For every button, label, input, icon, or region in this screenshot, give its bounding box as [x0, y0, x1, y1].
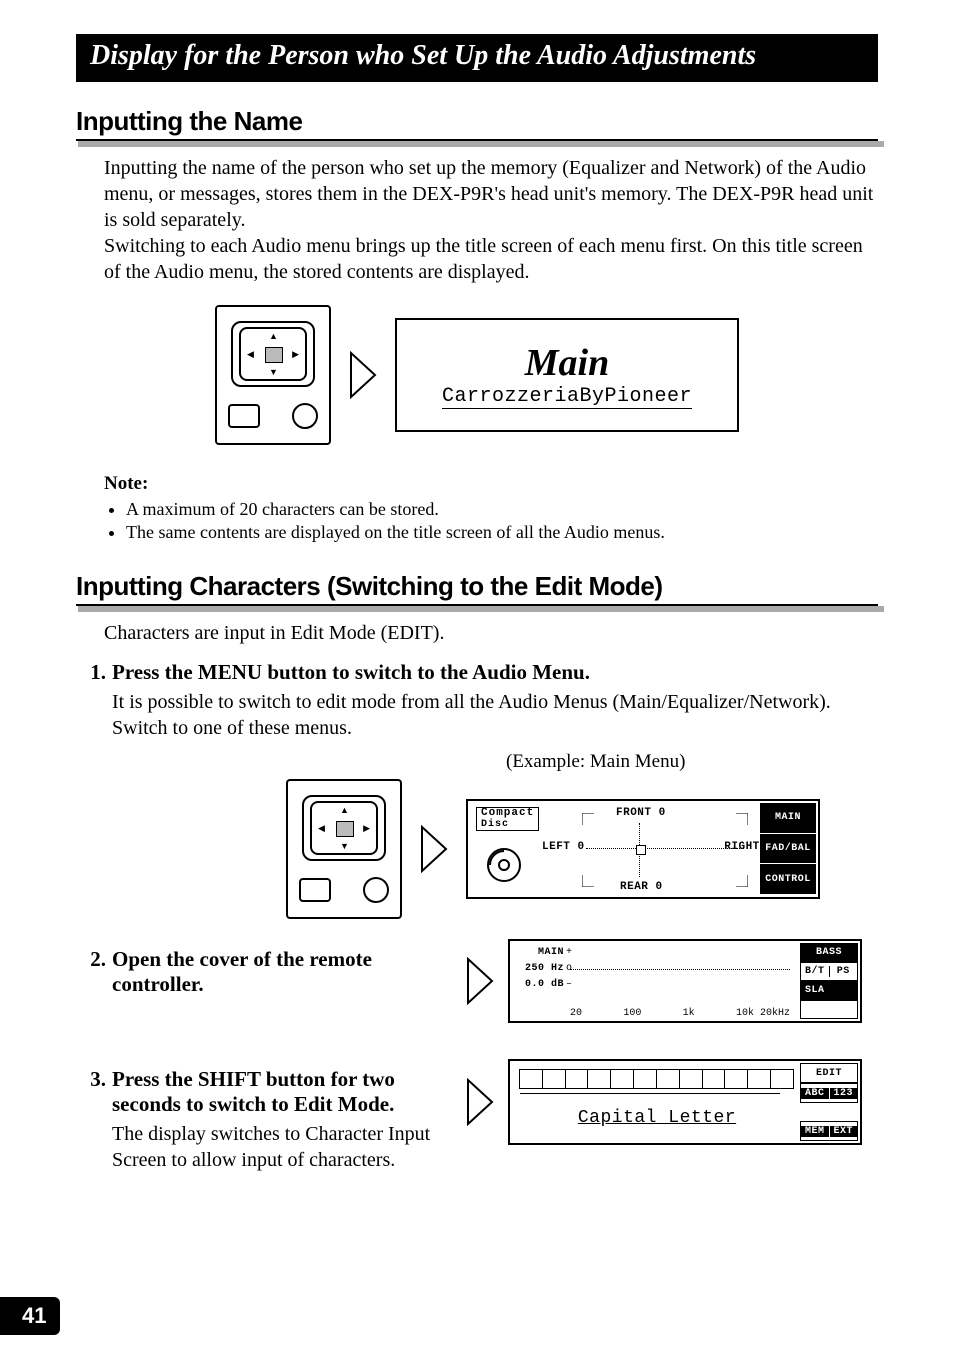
- xaxis-tick: 20: [570, 1008, 582, 1019]
- step-text: It is possible to switch to edit mode fr…: [112, 689, 878, 741]
- step-title: Press the SHIFT button for two seconds t…: [112, 1067, 436, 1117]
- section-heading-text: Inputting Characters (Switching to the E…: [76, 571, 663, 601]
- example-label: (Example: Main Menu): [506, 751, 878, 773]
- side-empty: [800, 1103, 858, 1121]
- side-ps: PS: [830, 966, 858, 977]
- step-2: 2. Open the cover of the remote controll…: [76, 947, 436, 1001]
- remote-button-circle-icon: [292, 403, 318, 429]
- step-title: Press the MENU button to switch to the A…: [112, 660, 878, 685]
- row-label: 250 Hz: [525, 963, 564, 974]
- front-label: FRONT 0: [616, 807, 666, 819]
- xaxis-tick: 100: [623, 1008, 641, 1019]
- step-number: 1.: [76, 660, 112, 741]
- xaxis-tick: 10k 20kHz: [736, 1008, 790, 1019]
- side-main: MAIN: [760, 803, 816, 834]
- side-123: 123: [829, 1088, 858, 1099]
- note-block: Note: A maximum of 20 characters can be …: [104, 473, 878, 543]
- lcd-main-screen: Main CarrozzeriaByPioneer: [395, 318, 739, 432]
- capital-letter-label: Capital Letter: [520, 1108, 794, 1128]
- arrow-icon: [466, 957, 494, 1005]
- lcd-brand: Main: [525, 341, 609, 385]
- side-ext: EXT: [829, 1126, 858, 1137]
- arrow-icon: [466, 1078, 494, 1126]
- arrow-icon: [420, 825, 448, 873]
- side-bass: BASS: [800, 943, 858, 962]
- row-label: MAIN: [538, 947, 564, 958]
- step-number: 2.: [76, 947, 112, 1001]
- xaxis-tick: 1k: [683, 1008, 695, 1019]
- step-1: 1. Press the MENU button to switch to th…: [76, 660, 878, 741]
- side-abc: ABC: [801, 1088, 829, 1099]
- side-edit: EDIT: [800, 1063, 858, 1083]
- note-title: Note:: [104, 473, 878, 495]
- remote-button-rect-icon: [228, 404, 260, 428]
- lcd-main-menu-screen: CompactDisc FRONT 0 REAR 0 LEFT 0 RIGHT …: [466, 799, 820, 899]
- rear-label: REAR 0: [620, 881, 663, 893]
- compact-disc-label: CompactDisc: [476, 807, 539, 831]
- remote-controller-illustration: ▲▼◀▶: [286, 779, 402, 919]
- step-title: Open the cover of the remote controller.: [112, 947, 436, 997]
- title-bar: Display for the Person who Set Up the Au…: [76, 34, 878, 82]
- char-input-row: [520, 1069, 794, 1089]
- step-3: 3. Press the SHIFT button for two second…: [76, 1067, 436, 1173]
- section1-body: Inputting the name of the person who set…: [104, 155, 878, 285]
- side-fadbal: FAD/BAL: [760, 834, 816, 865]
- lcd-edit-screen: Capital Letter EDIT ABC 123 MEM EXT: [508, 1059, 862, 1145]
- remote-dpad-icon: ▲▼◀▶: [231, 321, 315, 387]
- remote-dpad-icon: ▲▼◀▶: [302, 795, 386, 861]
- side-bt: B/T: [801, 966, 830, 977]
- side-empty: [800, 1000, 858, 1019]
- note-item: A maximum of 20 characters can be stored…: [126, 499, 878, 520]
- remote-controller-illustration: ▲▼◀▶: [215, 305, 331, 445]
- side-control: CONTROL: [760, 864, 816, 895]
- lcd-subtitle: CarrozzeriaByPioneer: [442, 385, 692, 409]
- section-heading-inputting-name: Inputting the Name: [76, 106, 878, 141]
- page-number: 41: [0, 1297, 60, 1335]
- figure-row-1: ▲▼◀▶ Main CarrozzeriaByPioneer: [76, 305, 878, 445]
- arrow-icon: [349, 351, 377, 399]
- side-sla: SLA: [800, 981, 858, 1000]
- remote-button-rect-icon: [299, 878, 331, 902]
- step-number: 3.: [76, 1067, 112, 1173]
- lcd-eq-screen: MAIN 250 Hz 0.0 dB + o – 20 100: [508, 939, 862, 1023]
- section-heading-inputting-characters: Inputting Characters (Switching to the E…: [76, 571, 878, 606]
- section-heading-text: Inputting the Name: [76, 106, 302, 136]
- remote-button-circle-icon: [363, 877, 389, 903]
- left-label: LEFT 0: [542, 841, 585, 853]
- step-text: The display switches to Character Input …: [112, 1121, 436, 1173]
- row-label: 0.0 dB: [525, 979, 564, 990]
- note-item: The same contents are displayed on the t…: [126, 522, 878, 543]
- disc-icon: [486, 847, 522, 883]
- side-mem: MEM: [801, 1126, 829, 1137]
- section2-intro: Characters are input in Edit Mode (EDIT)…: [104, 620, 878, 646]
